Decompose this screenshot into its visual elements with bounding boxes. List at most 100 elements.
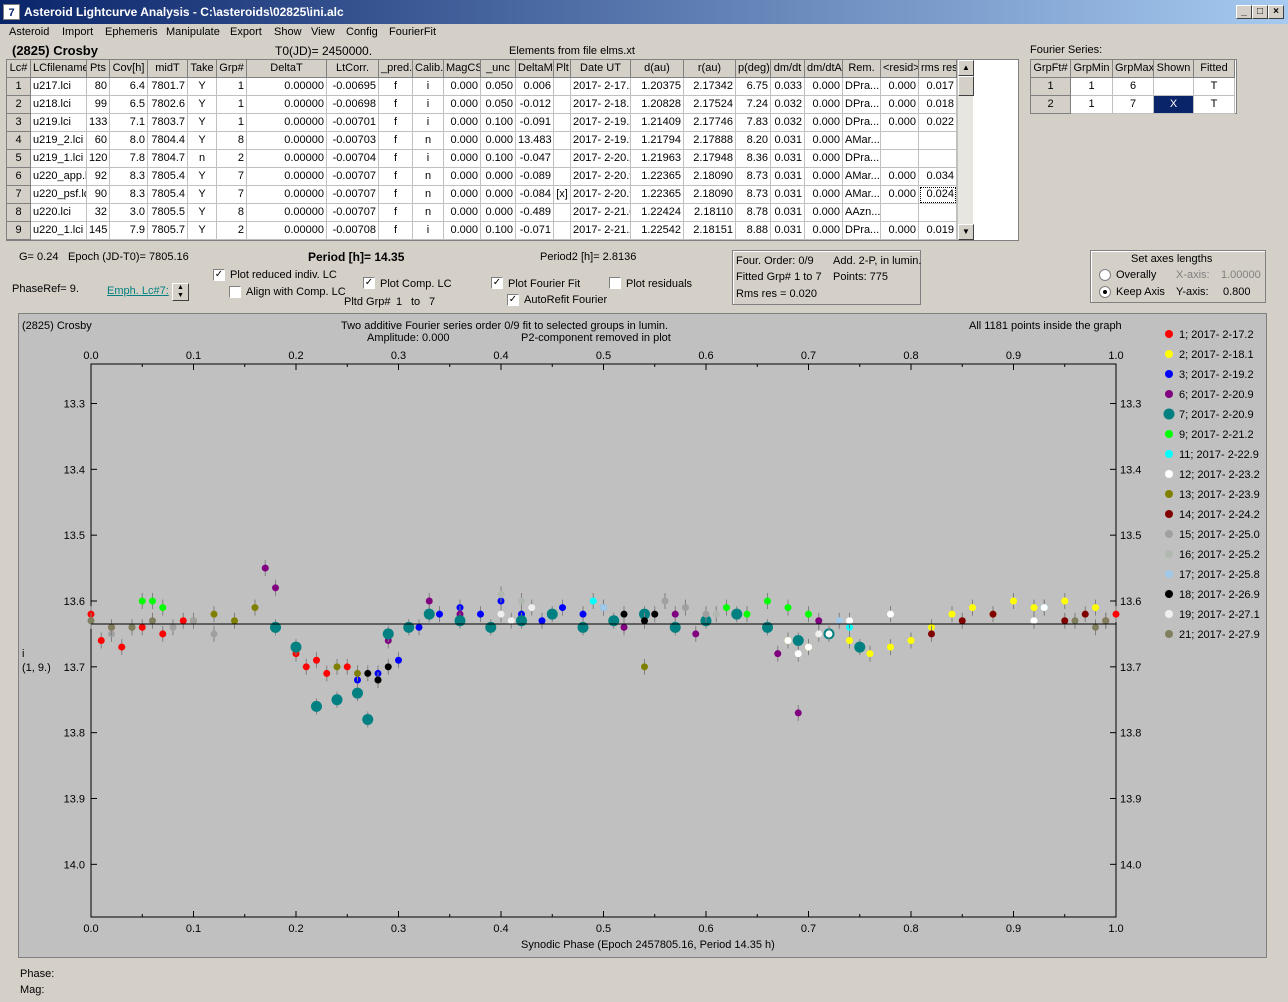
column-header-lc[interactable]: Lc# — [7, 60, 31, 78]
table-cell[interactable] — [881, 150, 919, 168]
table-cell[interactable]: u219_2.lci — [31, 132, 87, 150]
table-cell[interactable]: 8.78 — [736, 204, 771, 222]
pltd-grp-from[interactable]: 1 — [396, 296, 402, 308]
column-header-pred[interactable]: _pred. — [379, 60, 413, 78]
table-cell[interactable]: Y — [188, 78, 217, 96]
fourier-cell[interactable] — [1154, 78, 1194, 96]
table-cell[interactable]: Y — [188, 186, 217, 204]
scroll-thumb[interactable] — [958, 76, 974, 96]
table-cell[interactable]: 0.031 — [771, 132, 805, 150]
table-cell[interactable]: 0.100 — [481, 114, 516, 132]
column-header-filename[interactable]: LCfilename — [31, 60, 87, 78]
table-cell[interactable]: 2017- 2-20.9 — [571, 186, 631, 204]
table-cell[interactable]: 6.4 — [110, 78, 148, 96]
fourier-header-grpft[interactable]: GrpFt# — [1031, 60, 1071, 78]
table-cell[interactable]: 8.73 — [736, 168, 771, 186]
table-cell[interactable]: 7.83 — [736, 114, 771, 132]
table-cell[interactable]: 3.0 — [110, 204, 148, 222]
table-cell[interactable]: n — [413, 168, 444, 186]
table-cell[interactable]: AMar... — [843, 186, 881, 204]
table-cell[interactable]: 2.18151 — [684, 222, 736, 240]
table-cell[interactable]: 99 — [87, 96, 110, 114]
table-cell[interactable]: 7804.4 — [148, 132, 188, 150]
table-cell[interactable]: 0.00000 — [247, 186, 327, 204]
table-cell[interactable]: 2017- 2-20.9 — [571, 168, 631, 186]
table-cell[interactable]: u217.lci — [31, 78, 87, 96]
table-cell[interactable]: 7805.7 — [148, 222, 188, 240]
table-cell[interactable]: 133 — [87, 114, 110, 132]
table-cell[interactable]: -0.00704 — [327, 150, 379, 168]
table-cell[interactable]: n — [413, 204, 444, 222]
table-cell[interactable]: -0.00707 — [327, 168, 379, 186]
table-cell[interactable]: 0.000 — [881, 168, 919, 186]
table-cell[interactable]: 0.100 — [481, 222, 516, 240]
table-cell[interactable]: -0.00698 — [327, 96, 379, 114]
fourier-cell[interactable]: 2 — [1031, 96, 1071, 114]
table-cell[interactable]: 0.000 — [805, 114, 843, 132]
table-cell[interactable]: f — [379, 150, 413, 168]
fourier-cell[interactable]: T — [1194, 78, 1235, 96]
menu-manipulate[interactable]: Manipulate — [166, 26, 220, 38]
table-cell[interactable] — [554, 132, 571, 150]
row-header[interactable]: 8 — [7, 204, 31, 222]
table-cell[interactable]: 8.73 — [736, 186, 771, 204]
table-cell[interactable]: -0.00708 — [327, 222, 379, 240]
table-cell[interactable]: 1.22365 — [631, 168, 684, 186]
keep-axis-radio[interactable] — [1099, 286, 1111, 298]
fourier-cell[interactable]: T — [1194, 96, 1235, 114]
table-cell[interactable] — [554, 78, 571, 96]
table-cell[interactable]: 2.18110 — [684, 204, 736, 222]
table-cell[interactable]: 1.20828 — [631, 96, 684, 114]
table-cell[interactable] — [881, 204, 919, 222]
menu-config[interactable]: Config — [346, 26, 378, 38]
table-cell[interactable]: 0.050 — [481, 78, 516, 96]
plot-reduced-checkbox[interactable]: ✓ — [213, 269, 225, 281]
column-header-pts[interactable]: Pts — [87, 60, 110, 78]
column-header-deltam[interactable]: DeltaM — [516, 60, 554, 78]
pltd-grp-to[interactable]: 7 — [429, 296, 435, 308]
table-cell[interactable]: 0.000 — [805, 204, 843, 222]
table-cell[interactable]: Y — [188, 168, 217, 186]
row-header[interactable]: 9 — [7, 222, 31, 240]
table-cell[interactable]: f — [379, 132, 413, 150]
table-cell[interactable] — [919, 150, 957, 168]
table-cell[interactable]: 60 — [87, 132, 110, 150]
table-cell[interactable]: 1 — [217, 114, 247, 132]
row-header[interactable]: 3 — [7, 114, 31, 132]
table-cell[interactable] — [554, 222, 571, 240]
table-cell[interactable]: 0.032 — [771, 96, 805, 114]
table-cell[interactable]: DPra... — [843, 114, 881, 132]
table-cell[interactable]: 8.3 — [110, 186, 148, 204]
minimize-button[interactable]: _ — [1236, 5, 1252, 19]
table-cell[interactable]: n — [188, 150, 217, 168]
fourier-cell[interactable]: 7 — [1113, 96, 1154, 114]
scroll-down-arrow-icon[interactable]: ▼ — [958, 224, 974, 240]
table-cell[interactable]: 0.000 — [881, 222, 919, 240]
table-cell[interactable]: 1.21409 — [631, 114, 684, 132]
table-cell[interactable]: i — [413, 78, 444, 96]
table-cell[interactable]: 2 — [217, 150, 247, 168]
table-cell[interactable]: 2017- 2-21.2 — [571, 222, 631, 240]
table-cell[interactable]: 13.483 — [516, 132, 554, 150]
table-cell[interactable]: 0.032 — [771, 114, 805, 132]
table-cell[interactable]: 7 — [217, 186, 247, 204]
menu-show[interactable]: Show — [274, 26, 302, 38]
fourier-cell[interactable]: 1 — [1071, 78, 1113, 96]
table-cell[interactable]: 0.000 — [881, 114, 919, 132]
table-cell[interactable]: 0.000 — [481, 204, 516, 222]
xaxis-value[interactable]: 1.00000 — [1221, 269, 1261, 281]
table-cell[interactable]: 145 — [87, 222, 110, 240]
table-cell[interactable]: Y — [188, 204, 217, 222]
fourier-header-grpmin[interactable]: GrpMin — [1071, 60, 1113, 78]
table-cell[interactable] — [554, 168, 571, 186]
table-cell[interactable]: 0.000 — [805, 186, 843, 204]
table-cell[interactable]: AMar... — [843, 168, 881, 186]
table-cell[interactable]: 0.000 — [805, 132, 843, 150]
table-cell[interactable]: 0.00000 — [247, 168, 327, 186]
table-cell[interactable]: u220_1.lci — [31, 222, 87, 240]
column-header-dmdt[interactable]: dm/dt — [771, 60, 805, 78]
table-cell[interactable]: 0.00000 — [247, 132, 327, 150]
table-cell[interactable]: 90 — [87, 186, 110, 204]
table-cell[interactable] — [919, 204, 957, 222]
table-cell[interactable]: 0.000 — [481, 132, 516, 150]
